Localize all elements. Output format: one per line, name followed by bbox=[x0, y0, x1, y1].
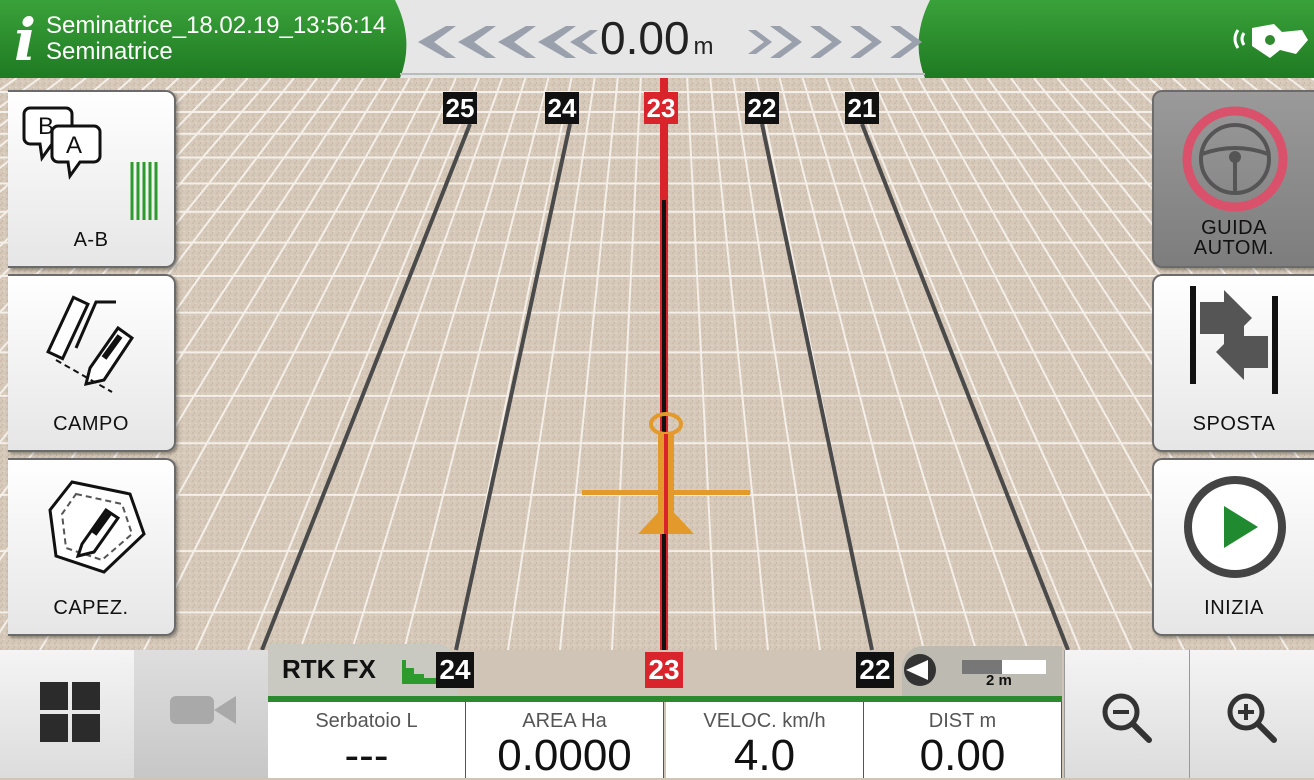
implement-name: Seminatrice bbox=[46, 38, 173, 65]
shift-line-icon bbox=[1190, 286, 1278, 394]
field-button[interactable]: CAMPO bbox=[8, 274, 176, 452]
metric-area: AREA Ha 0.0000 bbox=[466, 702, 664, 780]
offset-readout: 0.00 m bbox=[600, 8, 714, 77]
ab-line-icon: B A bbox=[22, 106, 158, 220]
camera-button[interactable] bbox=[134, 650, 269, 778]
ab-line-button[interactable]: B A A-B bbox=[8, 90, 176, 268]
menu-button[interactable] bbox=[0, 650, 135, 778]
ab-line-label: A-B bbox=[73, 229, 109, 251]
start-button[interactable]: INIZIA bbox=[1152, 458, 1314, 636]
zoom-out-button[interactable] bbox=[1064, 650, 1190, 778]
shift-line-button[interactable]: SPOSTA bbox=[1152, 274, 1314, 452]
camera-icon bbox=[170, 696, 236, 724]
satellite-signal-icon bbox=[1233, 24, 1308, 58]
grid-menu-icon bbox=[40, 682, 100, 742]
row-flag-23-active: 23 bbox=[644, 92, 678, 124]
metric-speed-value: 4.0 bbox=[733, 731, 796, 780]
headland-button[interactable]: CAPEZ. bbox=[8, 458, 176, 636]
metric-speed-label: VELOC. km/h bbox=[703, 710, 826, 732]
metric-distance-label: DIST m bbox=[928, 710, 997, 732]
svg-text:A: A bbox=[66, 132, 82, 159]
auto-steer-label-line2: AUTOM. bbox=[1193, 237, 1275, 259]
bottom-row-flag-23: 23 bbox=[645, 652, 683, 688]
rtk-status: RTK FX bbox=[282, 654, 376, 684]
offset-value: 0.00 bbox=[600, 12, 690, 64]
play-icon bbox=[1184, 476, 1286, 578]
metric-tank: Serbatoio L --- bbox=[268, 702, 466, 780]
metric-area-label: AREA Ha bbox=[522, 710, 607, 732]
heading-indicator-icon bbox=[904, 654, 936, 686]
zoom-in-button[interactable] bbox=[1189, 650, 1314, 778]
headland-icon bbox=[48, 480, 146, 574]
row-flag-24: 24 bbox=[545, 92, 579, 124]
metric-area-value: 0.0000 bbox=[497, 731, 632, 780]
offset-unit: m bbox=[693, 33, 714, 60]
metric-tank-label: Serbatoio L bbox=[315, 710, 418, 732]
zoom-out-icon bbox=[1102, 693, 1152, 743]
steering-wheel-icon bbox=[1182, 106, 1288, 212]
auto-steer-button[interactable]: GUIDA AUTOM. bbox=[1152, 90, 1314, 268]
offset-right-arrows-icon bbox=[748, 26, 922, 58]
offset-left-arrows-icon bbox=[418, 26, 598, 58]
zoom-in-icon bbox=[1227, 693, 1277, 743]
metric-distance-value: 0.00 bbox=[919, 731, 1006, 780]
start-label: INIZIA bbox=[1204, 597, 1264, 619]
bottom-row-flag-22: 22 bbox=[856, 652, 894, 688]
row-flag-25: 25 bbox=[443, 92, 477, 124]
field-draw-icon bbox=[46, 295, 135, 393]
shift-line-label: SPOSTA bbox=[1192, 413, 1276, 435]
bottom-row-flag-24: 24 bbox=[436, 652, 474, 688]
row-flag-21: 21 bbox=[845, 92, 879, 124]
metric-tank-value: --- bbox=[344, 731, 389, 780]
auto-steer-label-line1: GUIDA bbox=[1201, 217, 1267, 239]
metric-speed: VELOC. km/h 4.0 bbox=[666, 702, 864, 780]
auto-steer-label: GUIDA AUTOM. bbox=[1154, 218, 1314, 258]
field-label: CAMPO bbox=[53, 413, 129, 435]
metric-distance: DIST m 0.00 bbox=[864, 702, 1062, 780]
info-icon[interactable]: i bbox=[10, 10, 40, 70]
job-name: Seminatrice_18.02.19_13:56:14 bbox=[46, 12, 387, 39]
row-flag-22: 22 bbox=[745, 92, 779, 124]
headland-label: CAPEZ. bbox=[53, 597, 129, 619]
vehicle-icon bbox=[582, 412, 750, 534]
scale-label: 2 m bbox=[986, 672, 1012, 689]
